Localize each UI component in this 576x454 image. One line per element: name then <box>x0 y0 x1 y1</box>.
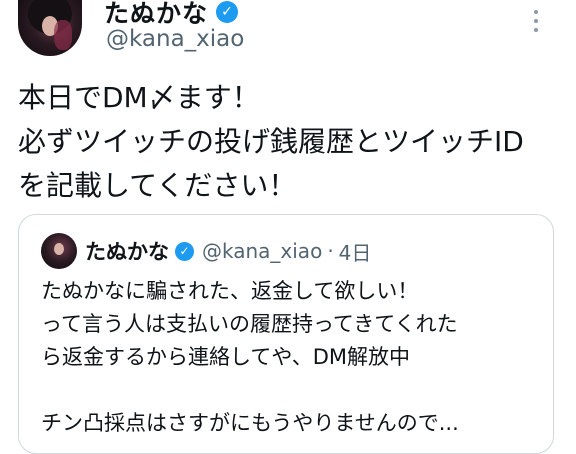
tweet-body: 本日でDM〆ます！ 必ずツイッチの投げ銭履歴とツイッチID を記載してください！ <box>18 76 566 208</box>
quoted-tweet-timestamp: 4日 <box>338 240 372 265</box>
avatar-face <box>54 243 64 255</box>
quoted-tweet-header: たぬかな ✓ @kana_xiao · 4日 <box>85 233 371 269</box>
author-handle[interactable]: @kana_xiao <box>106 26 244 52</box>
more-dot <box>534 19 538 23</box>
verified-badge-icon: ✓ <box>175 241 194 261</box>
separator-dot: · <box>327 239 334 263</box>
quoted-tweet-line: ら返金するから連絡してや、DM解放中 <box>41 345 411 369</box>
quoted-tweet-card[interactable]: たぬかな ✓ @kana_xiao · 4日 たぬかなに騙された、返金して欲しい… <box>18 214 554 454</box>
tweet-line: を記載してください！ <box>18 169 297 202</box>
verified-badge-icon: ✓ <box>216 1 239 23</box>
quoted-author-avatar <box>41 233 77 269</box>
quoted-tweet-body: たぬかなに騙された、返金して欲しい！ って言う人は支払いの履歴持ってきてくれた … <box>41 275 551 440</box>
avatar-highlight <box>54 20 72 50</box>
tweet-line: 本日でDM〆ます！ <box>18 81 260 114</box>
quoted-tweet-line: って言う人は支払いの履歴持ってきてくれた <box>41 312 458 336</box>
quoted-author-handle: @kana_xiao <box>202 239 323 263</box>
quoted-author-display-name: たぬかな <box>85 240 169 264</box>
quoted-tweet-line: チン凸採点はさすがにもうやりませんので... <box>41 411 459 435</box>
more-dot <box>534 10 538 14</box>
quoted-tweet-line <box>41 374 551 407</box>
more-options-icon[interactable] <box>534 10 540 32</box>
quoted-tweet-line: たぬかなに騙された、返金して欲しい！ <box>41 279 419 303</box>
more-dot <box>534 28 538 32</box>
tweet-line: 必ずツイッチの投げ銭履歴とツイッチID <box>18 125 524 158</box>
author-avatar[interactable] <box>18 0 82 56</box>
